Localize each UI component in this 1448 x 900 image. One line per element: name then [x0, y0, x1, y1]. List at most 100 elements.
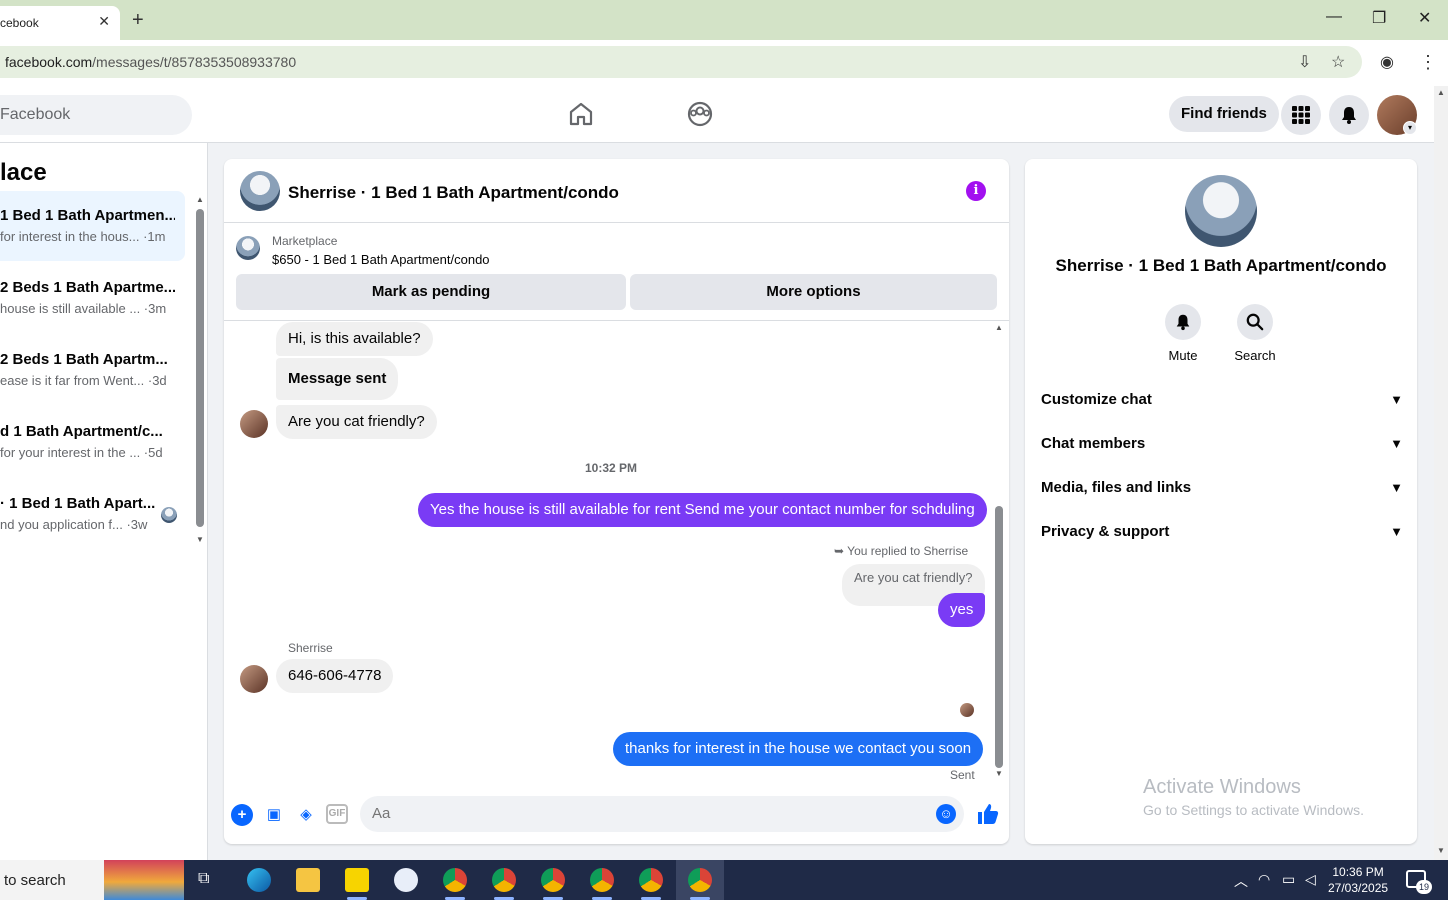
mute-button[interactable]: Mute	[1153, 304, 1213, 363]
clock-date: 27/03/2025	[1328, 881, 1389, 895]
show-hidden-icons-icon[interactable]: ︿	[1234, 871, 1248, 891]
account-chevron-icon[interactable]: ▾	[1403, 121, 1417, 135]
facebook-search-input[interactable]: Facebook	[0, 95, 192, 135]
read-receipt-avatar	[960, 703, 974, 717]
close-window-icon[interactable]: ✕	[1418, 8, 1431, 28]
scroll-up-icon[interactable]: ▲	[196, 195, 204, 204]
task-view-icon[interactable]: ⧉	[198, 870, 209, 888]
listing-thumbnail[interactable]	[236, 236, 260, 260]
page-scrollbar[interactable]: ▲ ▼	[1434, 86, 1448, 860]
more-options-button[interactable]: More options	[630, 274, 997, 310]
marketplace-label: Marketplace	[272, 234, 338, 248]
network-icon[interactable]: ◠	[1258, 871, 1270, 888]
scroll-down-icon[interactable]: ▼	[1437, 846, 1445, 855]
scroll-down-icon[interactable]: ▼	[196, 535, 204, 544]
file-explorer-icon[interactable]	[296, 868, 320, 892]
edge-icon[interactable]	[247, 868, 271, 892]
message-bubble[interactable]: Hi, is this available?	[276, 322, 433, 356]
chrome-icon[interactable]	[492, 868, 516, 892]
conversation-scrollbar[interactable]: ▲ ▼	[196, 195, 204, 544]
chevron-down-icon: ▼	[1390, 436, 1403, 451]
thread-scrollbar[interactable]: ▲ ▼	[995, 321, 1003, 781]
sender-avatar[interactable]	[240, 410, 268, 438]
media-files-row[interactable]: Media, files and links ▼	[1041, 466, 1403, 510]
scroll-up-icon[interactable]: ▲	[1437, 88, 1445, 97]
conversation-item[interactable]: · 1 Bed 1 Bath Apart... nd you applicati…	[0, 479, 185, 549]
message-bubble[interactable]: Are you cat friendly?	[276, 405, 437, 439]
notification-count-badge: 19	[1416, 880, 1432, 894]
menu-grid-icon[interactable]	[1281, 95, 1321, 135]
chat-title[interactable]: Sherrise · 1 Bed 1 Bath Apartment/condo	[288, 183, 619, 203]
profile-icon[interactable]: ◉	[1380, 52, 1394, 72]
browser-tab[interactable]: cebook ✕	[0, 6, 120, 40]
close-tab-icon[interactable]: ✕	[98, 13, 110, 30]
scrollbar-thumb[interactable]	[995, 506, 1003, 768]
gif-icon[interactable]: GIF	[326, 804, 348, 824]
sticky-notes-icon[interactable]	[345, 868, 369, 892]
chrome-icon[interactable]	[639, 868, 663, 892]
browser-menu-icon[interactable]: ⋮	[1419, 52, 1437, 73]
install-app-icon[interactable]: ⇩	[1298, 52, 1311, 72]
search-in-chat-button[interactable]: Search	[1225, 304, 1285, 363]
chrome-icon[interactable]	[443, 868, 467, 892]
message-bubble[interactable]: thanks for interest in the house we cont…	[613, 732, 984, 766]
message-bubble[interactable]: Yes the house is still available for ren…	[418, 493, 987, 527]
info-icon[interactable]: i	[966, 181, 986, 201]
sticker-icon[interactable]: ◈	[295, 804, 317, 826]
conversation-preview: for your interest in the ... ·5d	[0, 445, 163, 460]
reply-note: ➥ You replied to Sherrise	[834, 544, 969, 558]
tab-title: cebook	[0, 16, 39, 30]
chrome-icon[interactable]	[688, 868, 712, 892]
message-bubble[interactable]: yes	[938, 593, 986, 627]
chrome-icon[interactable]	[590, 868, 614, 892]
message-thread: Hi, is this available? Message sent Are …	[224, 320, 1009, 782]
chevron-down-icon: ▼	[1390, 480, 1403, 495]
like-thumb-icon[interactable]	[976, 802, 1000, 826]
conversation-item[interactable]: 2 Beds 1 Bath Apartme... house is still …	[0, 263, 185, 333]
taskbar-clock[interactable]: 10:36 PM 27/03/2025	[1328, 864, 1388, 896]
notifications-bell-icon[interactable]	[1329, 95, 1369, 135]
delivery-status: Sent	[950, 768, 975, 782]
conversation-item[interactable]: 2 Beds 1 Bath Apartm... ease is it far f…	[0, 335, 185, 405]
customize-chat-row[interactable]: Customize chat ▼	[1041, 378, 1403, 422]
bookmark-star-icon[interactable]: ☆	[1331, 52, 1345, 72]
taskbar-search[interactable]: to search	[0, 860, 104, 900]
conversation-name: 2 Beds 1 Bath Apartm...	[0, 351, 168, 368]
chat-avatar[interactable]	[240, 171, 280, 211]
search-icon	[1237, 304, 1273, 340]
new-tab-icon[interactable]: +	[132, 9, 144, 32]
chat-members-row[interactable]: Chat members ▼	[1041, 422, 1403, 466]
battery-icon[interactable]: ▭	[1282, 871, 1295, 888]
paint-icon[interactable]	[394, 868, 418, 892]
mark-pending-button[interactable]: Mark as pending	[236, 274, 626, 310]
sender-avatar[interactable]	[240, 665, 268, 693]
conversation-item[interactable]: 1 Bed 1 Bath Apartmen... for interest in…	[0, 191, 185, 261]
scroll-up-icon[interactable]: ▲	[995, 323, 1003, 332]
restore-icon[interactable]: ❐	[1372, 8, 1386, 28]
clock-time: 10:36 PM	[1332, 865, 1384, 879]
home-icon[interactable]	[567, 100, 595, 128]
find-friends-button[interactable]: Find friends	[1169, 96, 1279, 132]
conversation-preview: for interest in the hous... ·1m	[0, 229, 166, 244]
photo-icon[interactable]: ▣	[263, 804, 285, 826]
volume-muted-icon[interactable]: ◁	[1305, 871, 1316, 888]
privacy-support-row[interactable]: Privacy & support ▼	[1041, 510, 1403, 554]
groups-icon[interactable]	[686, 100, 714, 128]
mute-label: Mute	[1168, 348, 1198, 363]
chevron-down-icon: ▼	[1390, 524, 1403, 539]
url-box[interactable]: facebook.com/messages/t/8578353508933780…	[0, 46, 1362, 78]
search-highlight-image	[104, 860, 184, 900]
emoji-icon[interactable]: ☺	[936, 804, 956, 824]
contact-avatar[interactable]	[1185, 175, 1257, 247]
chat-details-panel: Sherrise · 1 Bed 1 Bath Apartment/condo …	[1025, 159, 1417, 844]
add-plus-icon[interactable]: +	[231, 804, 253, 826]
message-bubble[interactable]: 646-606-4778	[276, 659, 394, 693]
scrollbar-thumb[interactable]	[196, 209, 204, 527]
message-input[interactable]	[360, 796, 964, 832]
conversation-item[interactable]: d 1 Bath Apartment/c... for your interes…	[0, 407, 185, 477]
scroll-down-icon[interactable]: ▼	[995, 769, 1003, 778]
chrome-icon[interactable]	[541, 868, 565, 892]
minimize-icon[interactable]: —	[1326, 8, 1342, 26]
message-bubble[interactable]: Message sent	[276, 358, 399, 400]
listing-title[interactable]: $650 - 1 Bed 1 Bath Apartment/condo	[272, 252, 490, 267]
